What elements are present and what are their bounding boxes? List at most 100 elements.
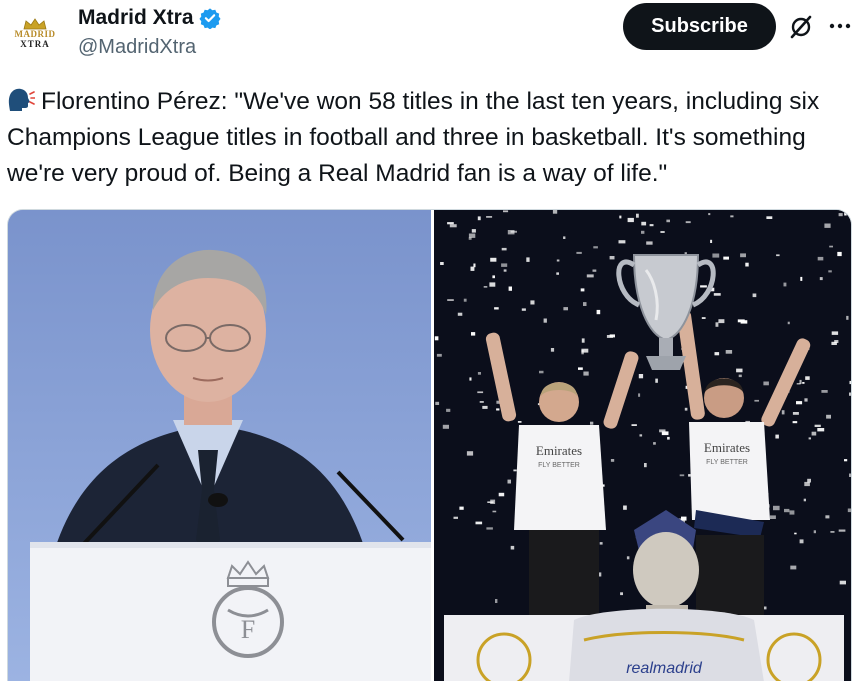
avatar[interactable]: MADRID XTRA [8, 6, 62, 60]
confetti-piece [837, 251, 842, 257]
confetti-piece [817, 428, 825, 432]
display-name[interactable]: Madrid Xtra [78, 4, 194, 32]
confetti-piece [463, 298, 467, 302]
confetti-piece [813, 530, 816, 534]
confetti-piece [507, 479, 511, 484]
media-grid: F Emirates FLY BETTER Emirates FLY BETTE… [7, 209, 852, 681]
confetti-piece [495, 599, 498, 603]
confetti-piece [713, 293, 721, 296]
confetti-piece [661, 431, 669, 436]
verified-badge-icon[interactable] [198, 7, 221, 29]
confetti-piece [685, 221, 691, 224]
confetti-piece [700, 285, 707, 288]
confetti-piece [501, 263, 508, 267]
confetti-piece [609, 256, 615, 260]
confetti-piece [639, 434, 643, 437]
confetti-piece [736, 368, 743, 373]
name-row: Madrid Xtra [78, 4, 221, 32]
handle[interactable]: @MadridXtra [78, 34, 196, 60]
confetti-piece [718, 319, 725, 324]
confetti-piece [828, 270, 832, 273]
confetti-piece [596, 309, 601, 315]
tweet-body-text: Florentino Pérez: "We've won 58 titles i… [7, 88, 820, 187]
confetti-piece [783, 282, 787, 287]
confetti-piece [838, 529, 846, 532]
confetti-piece [590, 421, 594, 425]
confetti-piece [638, 393, 641, 397]
confetti-piece [477, 372, 481, 375]
confetti-piece [781, 410, 785, 415]
confetti-piece [831, 331, 839, 335]
confetti-piece [440, 262, 444, 265]
confetti-piece [618, 240, 626, 244]
confetti-piece [592, 269, 597, 272]
confetti-piece [796, 383, 801, 385]
confetti-piece [517, 421, 522, 423]
confetti-piece [784, 508, 790, 513]
confetti-piece [763, 381, 769, 386]
confetti-piece [655, 378, 658, 383]
confetti-piece [459, 506, 464, 510]
confetti-piece [660, 231, 665, 233]
confetti-piece [552, 210, 558, 214]
confetti-piece [539, 370, 544, 374]
confetti-piece [501, 247, 507, 251]
confetti-piece [745, 262, 749, 267]
confetti-piece [583, 302, 587, 306]
confetti-piece [475, 521, 483, 525]
confetti-piece [787, 321, 790, 325]
photo-florentino-perez[interactable]: F [8, 210, 431, 681]
shirt-sponsor-sub-left: FLY BETTER [538, 462, 580, 469]
confetti-piece [804, 481, 810, 487]
grok-icon[interactable] [788, 14, 814, 40]
confetti-piece [644, 463, 647, 468]
confetti-piece [789, 510, 795, 515]
confetti-piece [844, 459, 848, 462]
confetti-piece [725, 350, 733, 354]
confetti-piece [473, 263, 476, 268]
confetti-piece [825, 515, 830, 519]
confetti-piece [550, 348, 555, 352]
confetti-piece [763, 606, 767, 610]
confetti-piece [775, 434, 779, 439]
confetti-piece [738, 374, 742, 378]
photo-trophy-celebration[interactable]: Emirates FLY BETTER Emirates FLY BETTER [434, 210, 851, 681]
confetti-piece [477, 391, 484, 394]
confetti-piece [471, 332, 476, 336]
confetti-piece [826, 414, 831, 419]
confetti-piece [435, 401, 440, 405]
confetti-piece [838, 213, 843, 217]
confetti-piece [503, 269, 507, 272]
confetti-piece [681, 516, 687, 521]
confetti-piece [446, 408, 451, 412]
confetti-piece [468, 233, 476, 238]
confetti-piece [817, 256, 824, 261]
confetti-piece [510, 545, 515, 550]
subscribe-button[interactable]: Subscribe [623, 3, 776, 50]
confetti-piece [580, 288, 585, 292]
confetti-piece [498, 492, 505, 497]
confetti-piece [581, 348, 589, 353]
confetti-piece [563, 307, 568, 311]
confetti-piece [752, 293, 757, 298]
confetti-piece [667, 436, 670, 440]
confetti-piece [483, 286, 488, 288]
shirt-sponsor-left: Emirates [536, 443, 582, 458]
confetti-piece [802, 382, 805, 384]
confetti-piece [496, 408, 500, 411]
confetti-piece [679, 474, 685, 477]
confetti-piece [471, 229, 476, 233]
confetti-piece [593, 246, 598, 249]
confetti-piece [623, 505, 627, 510]
confetti-piece [754, 399, 759, 402]
confetti-piece [684, 407, 688, 411]
confetti-piece [526, 257, 530, 262]
confetti-piece [583, 371, 589, 376]
confetti-piece [586, 274, 594, 278]
confetti-piece [839, 580, 846, 585]
confetti-piece [521, 308, 526, 311]
more-options-icon[interactable] [828, 14, 852, 38]
confetti-piece [510, 230, 517, 233]
confetti-piece [638, 374, 644, 379]
confetti-piece [811, 431, 817, 436]
